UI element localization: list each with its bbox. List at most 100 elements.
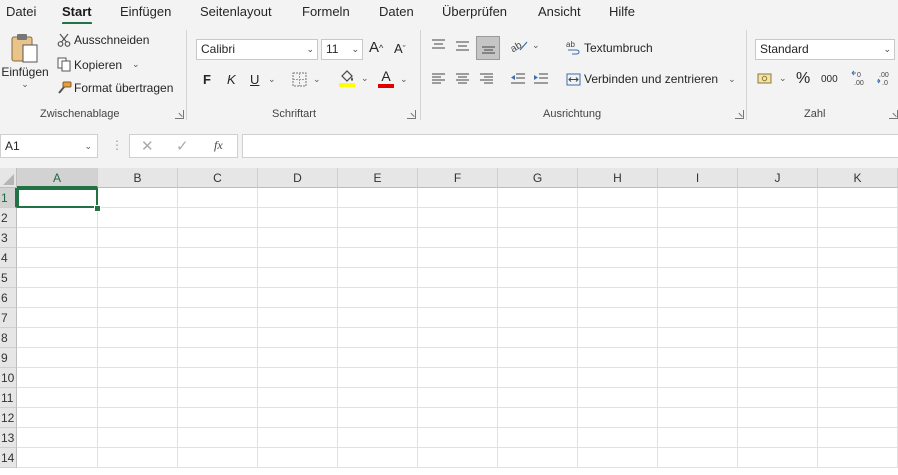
copy-button[interactable]: Kopieren ⌄ bbox=[56, 57, 140, 72]
cell-b5[interactable] bbox=[98, 268, 178, 288]
cell-g2[interactable] bbox=[498, 208, 578, 228]
tab-ansicht[interactable]: Ansicht bbox=[538, 4, 581, 19]
cell-b12[interactable] bbox=[98, 408, 178, 428]
cell-c8[interactable] bbox=[178, 328, 258, 348]
dialog-launcher-icon[interactable] bbox=[407, 110, 416, 119]
cell-g6[interactable] bbox=[498, 288, 578, 308]
align-left-button[interactable] bbox=[431, 72, 446, 85]
cell-e9[interactable] bbox=[338, 348, 418, 368]
cell-b13[interactable] bbox=[98, 428, 178, 448]
borders-button[interactable]: ⌄ bbox=[292, 72, 321, 87]
cell-j8[interactable] bbox=[738, 328, 818, 348]
cell-b9[interactable] bbox=[98, 348, 178, 368]
cell-i8[interactable] bbox=[658, 328, 738, 348]
cell-e3[interactable] bbox=[338, 228, 418, 248]
cut-button[interactable]: Ausschneiden bbox=[56, 33, 149, 47]
cell-f1[interactable] bbox=[418, 188, 498, 208]
dialog-launcher-icon[interactable] bbox=[175, 110, 184, 119]
cell-g5[interactable] bbox=[498, 268, 578, 288]
increase-font-size-button[interactable]: A ^ bbox=[369, 39, 383, 56]
cell-c13[interactable] bbox=[178, 428, 258, 448]
cell-d7[interactable] bbox=[258, 308, 338, 328]
column-header-h[interactable]: H bbox=[578, 168, 658, 188]
paste-button[interactable]: Einfügen ⌄ bbox=[1, 32, 49, 90]
cell-j10[interactable] bbox=[738, 368, 818, 388]
cell-f10[interactable] bbox=[418, 368, 498, 388]
cell-f9[interactable] bbox=[418, 348, 498, 368]
cell-d9[interactable] bbox=[258, 348, 338, 368]
cell-g7[interactable] bbox=[498, 308, 578, 328]
cell-d3[interactable] bbox=[258, 228, 338, 248]
font-size-select[interactable]: 11 ⌄ bbox=[321, 39, 363, 60]
column-header-j[interactable]: J bbox=[738, 168, 818, 188]
cell-b1[interactable] bbox=[98, 188, 178, 208]
cell-h11[interactable] bbox=[578, 388, 658, 408]
cell-h1[interactable] bbox=[578, 188, 658, 208]
cell-f5[interactable] bbox=[418, 268, 498, 288]
cell-d1[interactable] bbox=[258, 188, 338, 208]
cell-d6[interactable] bbox=[258, 288, 338, 308]
row-header-5[interactable]: 5 bbox=[0, 268, 17, 288]
cell-j12[interactable] bbox=[738, 408, 818, 428]
cell-b7[interactable] bbox=[98, 308, 178, 328]
chevron-down-icon[interactable]: ⌄ bbox=[132, 59, 140, 70]
cell-e12[interactable] bbox=[338, 408, 418, 428]
italic-button[interactable]: K bbox=[227, 72, 236, 87]
cell-h14[interactable] bbox=[578, 448, 658, 468]
cell-a10[interactable] bbox=[17, 368, 98, 388]
cell-d12[interactable] bbox=[258, 408, 338, 428]
row-header-11[interactable]: 11 bbox=[0, 388, 17, 408]
cell-a3[interactable] bbox=[17, 228, 98, 248]
cell-i9[interactable] bbox=[658, 348, 738, 368]
align-top-button[interactable] bbox=[431, 38, 446, 52]
cell-e5[interactable] bbox=[338, 268, 418, 288]
cell-k8[interactable] bbox=[818, 328, 898, 348]
cell-k3[interactable] bbox=[818, 228, 898, 248]
cell-a13[interactable] bbox=[17, 428, 98, 448]
cell-k2[interactable] bbox=[818, 208, 898, 228]
dialog-launcher-icon[interactable] bbox=[735, 110, 744, 119]
select-all-button[interactable] bbox=[0, 168, 17, 188]
tab-hilfe[interactable]: Hilfe bbox=[609, 4, 635, 19]
cell-d5[interactable] bbox=[258, 268, 338, 288]
tab-formeln[interactable]: Formeln bbox=[302, 4, 350, 19]
cell-j9[interactable] bbox=[738, 348, 818, 368]
cell-e11[interactable] bbox=[338, 388, 418, 408]
tab-ueberpruefen[interactable]: Überprüfen bbox=[442, 4, 507, 19]
align-middle-button[interactable] bbox=[455, 38, 470, 52]
cell-c14[interactable] bbox=[178, 448, 258, 468]
cell-j11[interactable] bbox=[738, 388, 818, 408]
cell-i4[interactable] bbox=[658, 248, 738, 268]
cell-g14[interactable] bbox=[498, 448, 578, 468]
cell-a4[interactable] bbox=[17, 248, 98, 268]
cell-e1[interactable] bbox=[338, 188, 418, 208]
cell-f3[interactable] bbox=[418, 228, 498, 248]
row-header-10[interactable]: 10 bbox=[0, 368, 17, 388]
cell-h8[interactable] bbox=[578, 328, 658, 348]
cell-k12[interactable] bbox=[818, 408, 898, 428]
cell-g11[interactable] bbox=[498, 388, 578, 408]
cell-i12[interactable] bbox=[658, 408, 738, 428]
cell-k13[interactable] bbox=[818, 428, 898, 448]
tab-start[interactable]: Start bbox=[62, 4, 92, 19]
row-header-14[interactable]: 14 bbox=[0, 448, 17, 468]
cell-i10[interactable] bbox=[658, 368, 738, 388]
cell-d8[interactable] bbox=[258, 328, 338, 348]
cell-d4[interactable] bbox=[258, 248, 338, 268]
cell-j13[interactable] bbox=[738, 428, 818, 448]
cell-a2[interactable] bbox=[17, 208, 98, 228]
number-format-select[interactable]: Standard ⌄ bbox=[755, 39, 895, 60]
cell-i2[interactable] bbox=[658, 208, 738, 228]
cell-k9[interactable] bbox=[818, 348, 898, 368]
fill-handle[interactable] bbox=[94, 205, 101, 212]
orientation-button[interactable]: ab ⌄ bbox=[510, 38, 540, 53]
cell-k5[interactable] bbox=[818, 268, 898, 288]
cell-c3[interactable] bbox=[178, 228, 258, 248]
tab-einfuegen[interactable]: Einfügen bbox=[120, 4, 171, 19]
cell-h2[interactable] bbox=[578, 208, 658, 228]
cell-i13[interactable] bbox=[658, 428, 738, 448]
cell-a12[interactable] bbox=[17, 408, 98, 428]
cell-b3[interactable] bbox=[98, 228, 178, 248]
cell-b14[interactable] bbox=[98, 448, 178, 468]
cell-c9[interactable] bbox=[178, 348, 258, 368]
